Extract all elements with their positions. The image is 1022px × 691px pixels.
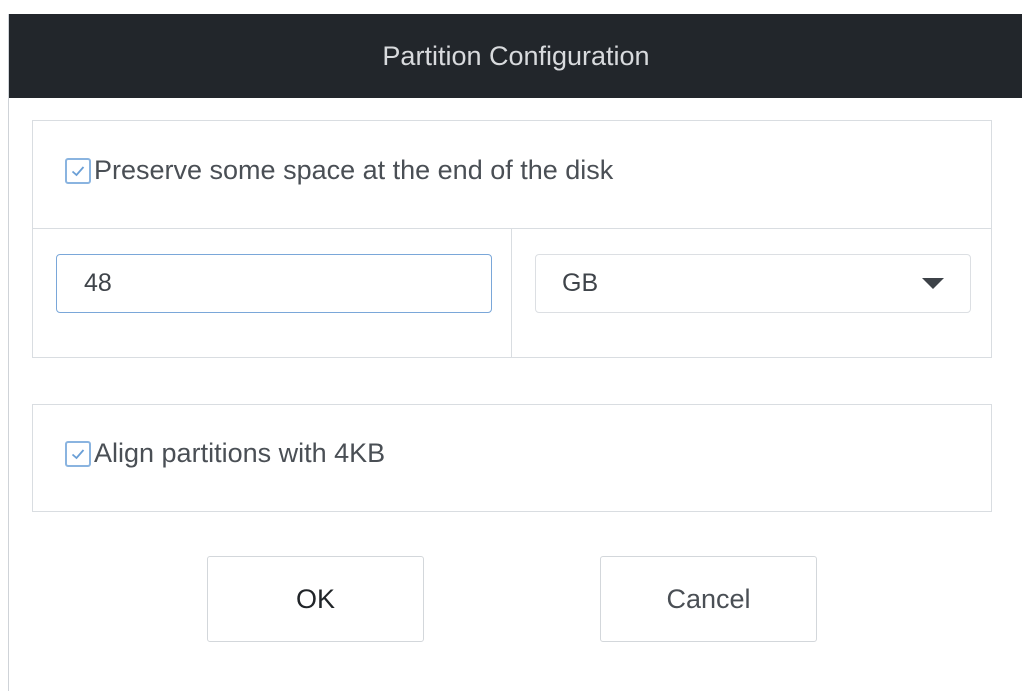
- checkmark-icon: [71, 448, 85, 459]
- align-4kb-option[interactable]: Align partitions with 4KB: [65, 438, 385, 469]
- dialog-title: Partition Configuration: [382, 40, 650, 71]
- align-4kb-label: Align partitions with 4KB: [94, 438, 386, 468]
- preserve-unit-panel: GB: [511, 228, 992, 358]
- unit-select-value: GB: [562, 269, 599, 297]
- preserve-space-checkbox[interactable]: [65, 157, 91, 184]
- align-panel: Align partitions with 4KB: [32, 404, 992, 512]
- unit-select[interactable]: GB: [535, 254, 971, 313]
- preserve-space-panel: Preserve some space at the end of the di…: [32, 120, 992, 229]
- preserve-space-option[interactable]: Preserve some space at the end of the di…: [65, 155, 613, 186]
- chevron-down-icon: [922, 278, 944, 289]
- align-4kb-checkbox[interactable]: [65, 440, 91, 467]
- dialog-titlebar: Partition Configuration: [9, 14, 1022, 98]
- preserve-space-label: Preserve some space at the end of the di…: [94, 155, 614, 185]
- preserve-size-panel: [32, 228, 512, 358]
- cancel-button[interactable]: Cancel: [600, 556, 817, 642]
- checkmark-icon: [71, 165, 85, 176]
- ok-button[interactable]: OK: [207, 556, 424, 642]
- preserve-size-input[interactable]: [56, 254, 492, 313]
- partition-configuration-dialog: Partition Configuration Preserve some sp…: [8, 14, 1022, 691]
